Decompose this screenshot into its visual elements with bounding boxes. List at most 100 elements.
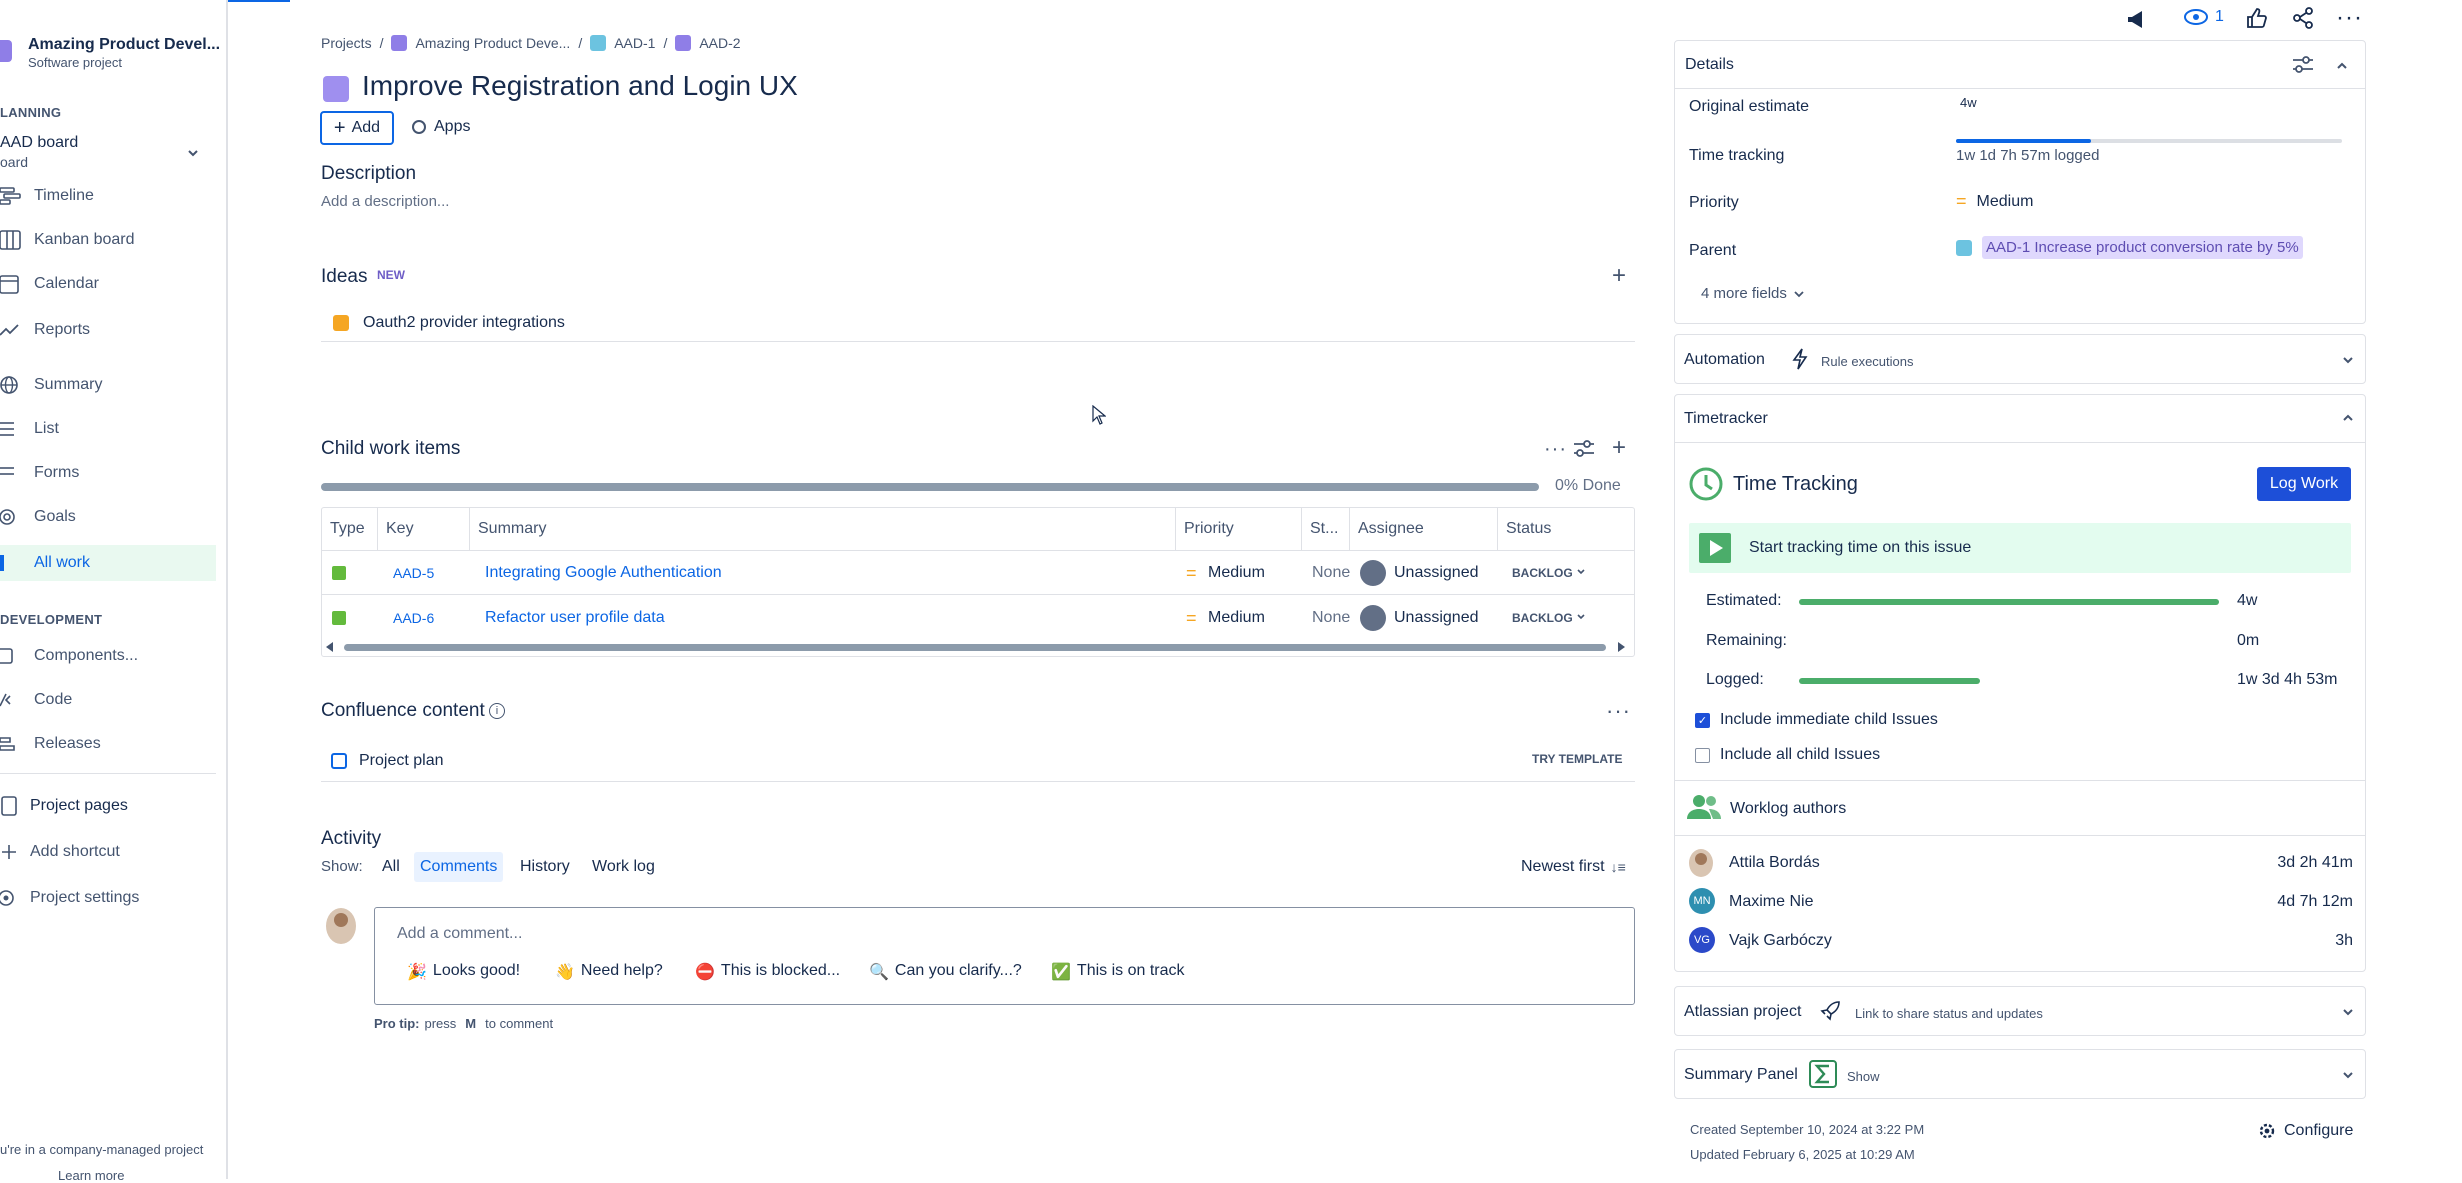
sidebar-item-code[interactable]: Code bbox=[0, 682, 216, 718]
quick-reply-on-track[interactable]: ✅ This is on track bbox=[1051, 962, 1185, 982]
sidebar-item-project-settings[interactable]: Project settings bbox=[0, 880, 216, 916]
automation-panel[interactable]: Automation Rule executions bbox=[1674, 334, 2366, 384]
summary-panel[interactable]: Summary Panel Show bbox=[1674, 1049, 2366, 1099]
start-tracking-button[interactable]: Start tracking time on this issue bbox=[1689, 523, 2351, 573]
row-priority[interactable]: Medium bbox=[1208, 551, 1265, 595]
breadcrumb-projects[interactable]: Projects bbox=[321, 35, 372, 51]
sidebar-item-forms[interactable]: Forms bbox=[0, 455, 216, 491]
sidebar-item-timeline[interactable]: Timeline bbox=[0, 178, 216, 214]
filter-work-log[interactable]: Work log bbox=[592, 858, 655, 876]
share-icon[interactable] bbox=[2292, 7, 2314, 29]
info-icon[interactable]: i bbox=[489, 703, 505, 719]
gear-icon bbox=[0, 888, 30, 908]
table-row[interactable]: AAD-6 Refactor user profile data = Mediu… bbox=[322, 596, 1634, 640]
row-assignee[interactable]: Unassigned bbox=[1394, 551, 1479, 595]
include-all-checkbox[interactable]: Include all child Issues bbox=[1695, 746, 1880, 764]
more-fields-toggle[interactable]: 4 more fields bbox=[1701, 285, 1805, 302]
atlassian-project-panel[interactable]: Atlassian project Link to share status a… bbox=[1674, 986, 2366, 1036]
col-status[interactable]: Status bbox=[1498, 508, 1636, 550]
issue-title[interactable]: Improve Registration and Login UX bbox=[362, 70, 798, 102]
col-key[interactable]: Key bbox=[378, 508, 470, 550]
breadcrumb-parent[interactable]: AAD-1 bbox=[614, 35, 655, 51]
quick-reply-need-help[interactable]: 👋 Need help? bbox=[555, 962, 663, 982]
sidebar-item-add-shortcut[interactable]: Add shortcut bbox=[0, 834, 216, 870]
include-immediate-checkbox[interactable]: ✓ Include immediate child Issues bbox=[1695, 711, 1938, 729]
estimated-fill bbox=[1799, 599, 2219, 605]
apps-button[interactable]: Apps bbox=[412, 118, 470, 136]
table-row[interactable]: AAD-5 Integrating Google Authentication … bbox=[322, 551, 1634, 595]
confluence-item[interactable]: Project plan bbox=[321, 740, 1635, 782]
col-story-points[interactable]: St... bbox=[1302, 508, 1350, 550]
breadcrumb-issue[interactable]: AAD-2 bbox=[699, 35, 740, 51]
learn-more-link[interactable]: Learn more bbox=[58, 1168, 124, 1183]
col-summary[interactable]: Summary bbox=[470, 508, 1176, 550]
project-name[interactable]: Amazing Product Devel... bbox=[28, 36, 220, 54]
parent-field[interactable]: AAD-1 Increase product conversion rate b… bbox=[1956, 236, 2303, 259]
breadcrumb: Projects / Amazing Product Deve... / AAD… bbox=[321, 33, 741, 53]
try-template-link[interactable]: TRY TEMPLATE bbox=[1532, 752, 1622, 766]
board-selector[interactable]: AAD board oard bbox=[0, 132, 210, 172]
sidebar-item-list[interactable]: List bbox=[0, 411, 216, 447]
project-icon bbox=[391, 35, 408, 51]
priority-field[interactable]: = Medium bbox=[1956, 191, 2033, 212]
log-work-button[interactable]: Log Work bbox=[2257, 467, 2351, 501]
sort-button[interactable]: Newest first ↓≡ bbox=[1521, 858, 1626, 876]
filter-comments[interactable]: Comments bbox=[414, 852, 504, 882]
table-scrollbar[interactable] bbox=[344, 644, 1606, 651]
sidebar-item-releases[interactable]: Releases bbox=[0, 726, 216, 762]
comment-box[interactable]: Add a comment... 🎉 Looks good! 👋 Need help… bbox=[374, 907, 1635, 1005]
row-key[interactable]: AAD-5 bbox=[393, 551, 434, 595]
more-options-icon[interactable]: ··· bbox=[2336, 4, 2363, 32]
logged-bar bbox=[1799, 678, 2219, 684]
timetracker-header[interactable]: Timetracker bbox=[1675, 395, 2365, 443]
epic-icon bbox=[590, 35, 607, 51]
quick-reply-looks-good[interactable]: 🎉 Looks good! bbox=[407, 962, 520, 982]
row-summary[interactable]: Integrating Google Authentication bbox=[485, 551, 722, 595]
col-assignee[interactable]: Assignee bbox=[1350, 508, 1498, 550]
megaphone-icon[interactable] bbox=[2126, 8, 2150, 30]
scroll-right-icon[interactable] bbox=[1618, 642, 1625, 652]
summary-sigma-icon bbox=[1809, 1060, 1837, 1088]
row-key[interactable]: AAD-6 bbox=[393, 596, 434, 640]
description-input[interactable]: Add a description... bbox=[321, 193, 449, 210]
chevron-up-icon[interactable] bbox=[2335, 59, 2349, 73]
scroll-left-icon[interactable] bbox=[326, 642, 333, 652]
add-button[interactable]: + Add bbox=[320, 111, 394, 145]
row-assignee[interactable]: Unassigned bbox=[1394, 596, 1479, 640]
add-child-button[interactable]: + bbox=[1612, 436, 1626, 460]
row-summary[interactable]: Refactor user profile data bbox=[485, 596, 665, 640]
breadcrumb-project[interactable]: Amazing Product Deve... bbox=[415, 35, 570, 51]
issue-type-icon[interactable] bbox=[323, 76, 349, 102]
configure-fields-icon[interactable] bbox=[2293, 56, 2313, 74]
quick-reply-label: This is on track bbox=[1076, 962, 1185, 979]
more-actions-icon[interactable]: ··· bbox=[1544, 438, 1567, 461]
row-priority[interactable]: Medium bbox=[1208, 596, 1265, 640]
sidebar-item-project-pages[interactable]: Project pages bbox=[0, 788, 216, 824]
sidebar-item-all-work[interactable]: All work bbox=[0, 545, 216, 581]
sidebar-item-summary[interactable]: Summary bbox=[0, 367, 216, 403]
configure-button[interactable]: Configure bbox=[2258, 1122, 2353, 1140]
sort-icon: ↓≡ bbox=[1610, 859, 1626, 875]
thumbs-up-icon[interactable] bbox=[2246, 7, 2268, 29]
filter-history[interactable]: History bbox=[520, 858, 570, 876]
confluence-more-icon[interactable]: ··· bbox=[1606, 698, 1631, 724]
col-priority[interactable]: Priority bbox=[1176, 508, 1302, 550]
project-avatar[interactable] bbox=[0, 40, 12, 62]
sidebar-item-components[interactable]: Components... bbox=[0, 638, 216, 674]
quick-reply-blocked[interactable]: ⛔ This is blocked... bbox=[695, 962, 840, 982]
sidebar-item-kanban-board[interactable]: Kanban board bbox=[0, 222, 216, 258]
filter-all[interactable]: All bbox=[382, 858, 400, 876]
time-tracking-bar[interactable] bbox=[1956, 139, 2342, 143]
row-status[interactable]: BACKLOG bbox=[1512, 596, 1573, 640]
original-estimate-value[interactable]: 4w bbox=[1960, 95, 1977, 110]
filter-settings-icon[interactable] bbox=[1574, 440, 1594, 458]
quick-reply-clarify[interactable]: 🔍 Can you clarify...? bbox=[869, 962, 1022, 982]
watch-button[interactable]: 1 bbox=[2183, 8, 2224, 26]
sidebar-item-reports[interactable]: Reports bbox=[0, 312, 216, 348]
sidebar-item-goals[interactable]: Goals bbox=[0, 499, 216, 535]
ideas-add-button[interactable]: + bbox=[1612, 264, 1626, 288]
row-status[interactable]: BACKLOG bbox=[1512, 551, 1573, 595]
sidebar-item-calendar[interactable]: Calendar bbox=[0, 266, 216, 302]
details-header[interactable]: Details bbox=[1675, 41, 2365, 89]
idea-item[interactable]: Oauth2 provider integrations bbox=[321, 304, 1635, 342]
